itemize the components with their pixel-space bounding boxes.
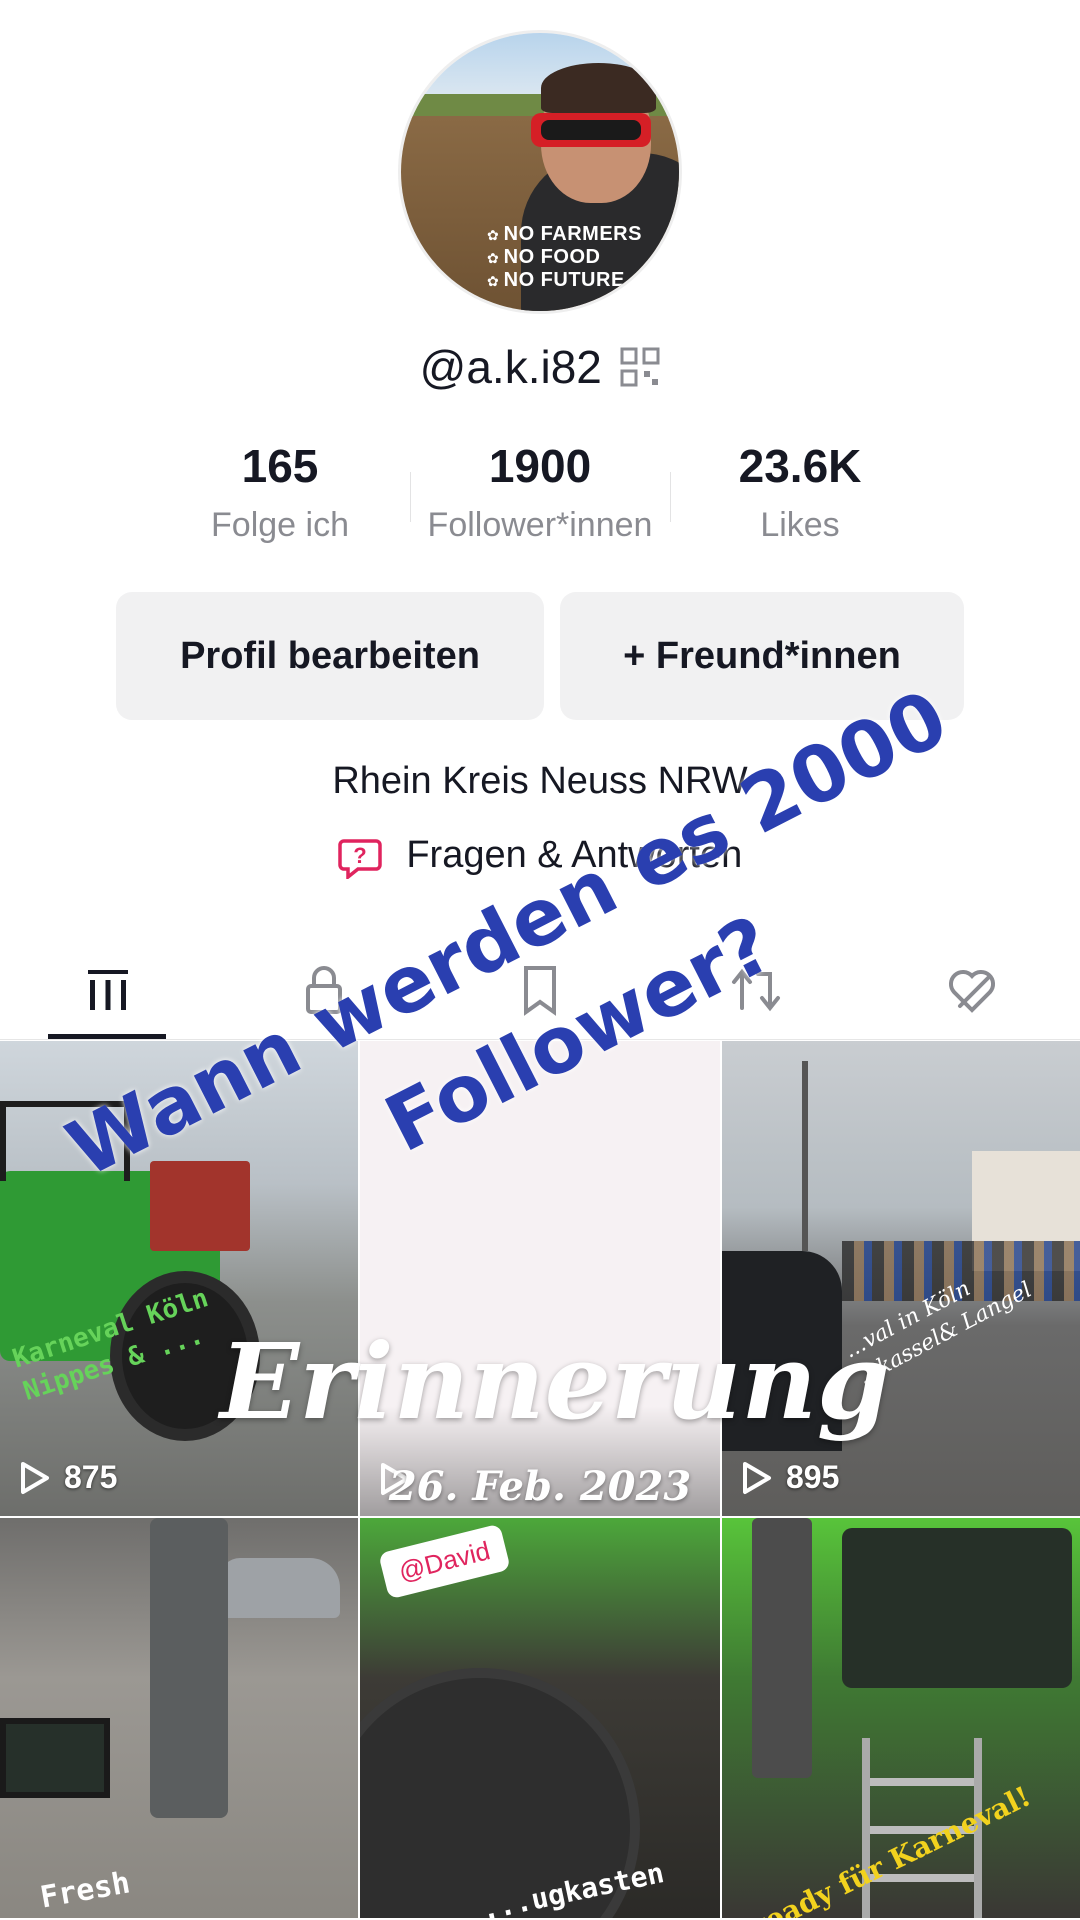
video-thumbnail[interactable]: @David ...ugkasten	[360, 1518, 720, 1918]
stat-followers-label: Follower*innen	[427, 506, 653, 544]
play-icon	[21, 1461, 49, 1494]
cabin-pillar-shape	[150, 1518, 228, 1818]
video-thumbnail[interactable]: ready für Karneval!	[722, 1518, 1080, 1918]
tab-saved[interactable]	[432, 940, 648, 1039]
play-icon	[743, 1461, 771, 1494]
qa-label: Fragen & Antworten	[406, 834, 743, 876]
video-thumbnail[interactable]	[360, 1041, 720, 1516]
cabin-window-shape	[842, 1528, 1072, 1688]
avatar-slogan: NO FARMERS NO FOOD NO FUTURE	[487, 223, 677, 292]
videos-grid-icon	[88, 969, 128, 1010]
stat-followers-value: 1900	[488, 440, 592, 492]
play-count: 875	[20, 1459, 117, 1496]
qa-link[interactable]: ? Fragen & Antworten	[0, 834, 1080, 881]
stat-likes-value: 23.6K	[738, 440, 862, 492]
video-caption: Fresh	[37, 1865, 133, 1916]
stat-followers[interactable]: 1900 Follower*innen	[410, 436, 670, 556]
stat-following-value: 165	[241, 440, 319, 492]
tab-private[interactable]	[216, 940, 432, 1039]
mention-sticker: @David	[378, 1523, 511, 1600]
lock-icon	[306, 965, 342, 1014]
play-count	[380, 1462, 424, 1496]
svg-text:?: ?	[353, 843, 366, 868]
video-thumbnail[interactable]: Karneval Köln Nippes & ... 875	[0, 1041, 358, 1516]
profile-stats: 165 Folge ich 1900 Follower*innen 23.6K …	[150, 436, 930, 556]
monitor-shape	[0, 1718, 110, 1798]
question-bubble-icon: ?	[338, 835, 382, 881]
tractor-cabin-shape	[0, 1101, 130, 1181]
slogan-line-1: NO FARMERS	[487, 223, 677, 246]
stat-likes[interactable]: 23.6K Likes	[670, 436, 930, 556]
exhaust-shape	[752, 1518, 812, 1778]
profile-avatar[interactable]: NO FARMERS NO FOOD NO FUTURE	[398, 30, 682, 314]
tab-liked[interactable]	[864, 940, 1080, 1039]
slogan-line-2: NO FOOD	[487, 246, 677, 269]
play-count: 895	[742, 1459, 839, 1496]
streetlight-shape	[802, 1061, 808, 1251]
play-count-value: 895	[786, 1459, 840, 1495]
stat-following-label: Folge ich	[211, 506, 349, 544]
qr-code-icon[interactable]	[620, 347, 660, 387]
edit-profile-button[interactable]: Profil bearbeiten	[116, 592, 544, 720]
video-thumbnail[interactable]: Fresh	[0, 1518, 358, 1918]
play-count-value: 875	[64, 1459, 118, 1495]
avatar-hair	[541, 63, 656, 113]
add-friends-button[interactable]: + Freund*innen	[560, 592, 964, 720]
liked-hidden-icon	[948, 969, 996, 1013]
profile-tabs	[0, 940, 1080, 1040]
mention-text: @David	[395, 1535, 494, 1587]
play-icon	[381, 1463, 409, 1495]
slogan-line-3: NO FUTURE	[487, 269, 677, 292]
stat-following[interactable]: 165 Folge ich	[150, 436, 410, 556]
car-shape	[722, 1251, 842, 1451]
car-shape	[220, 1558, 340, 1618]
tab-reposts[interactable]	[648, 940, 864, 1039]
bio-location: Rhein Kreis Neuss NRW	[332, 760, 748, 802]
trailer-shape	[150, 1161, 250, 1251]
video-thumbnail[interactable]: ...val in Köln ...kassel& Langel 895	[722, 1041, 1080, 1516]
username-row: @a.k.i82	[0, 340, 1080, 394]
avatar-sunglasses	[531, 113, 651, 147]
thumbnail-shade	[360, 1406, 720, 1516]
stat-likes-label: Likes	[760, 506, 840, 544]
bookmark-icon	[524, 965, 556, 1016]
tab-videos[interactable]	[0, 940, 216, 1039]
repost-icon	[732, 968, 780, 1011]
username: @a.k.i82	[419, 341, 602, 393]
video-grid: Karneval Köln Nippes & ... 875 ...val in…	[0, 1041, 1080, 1920]
